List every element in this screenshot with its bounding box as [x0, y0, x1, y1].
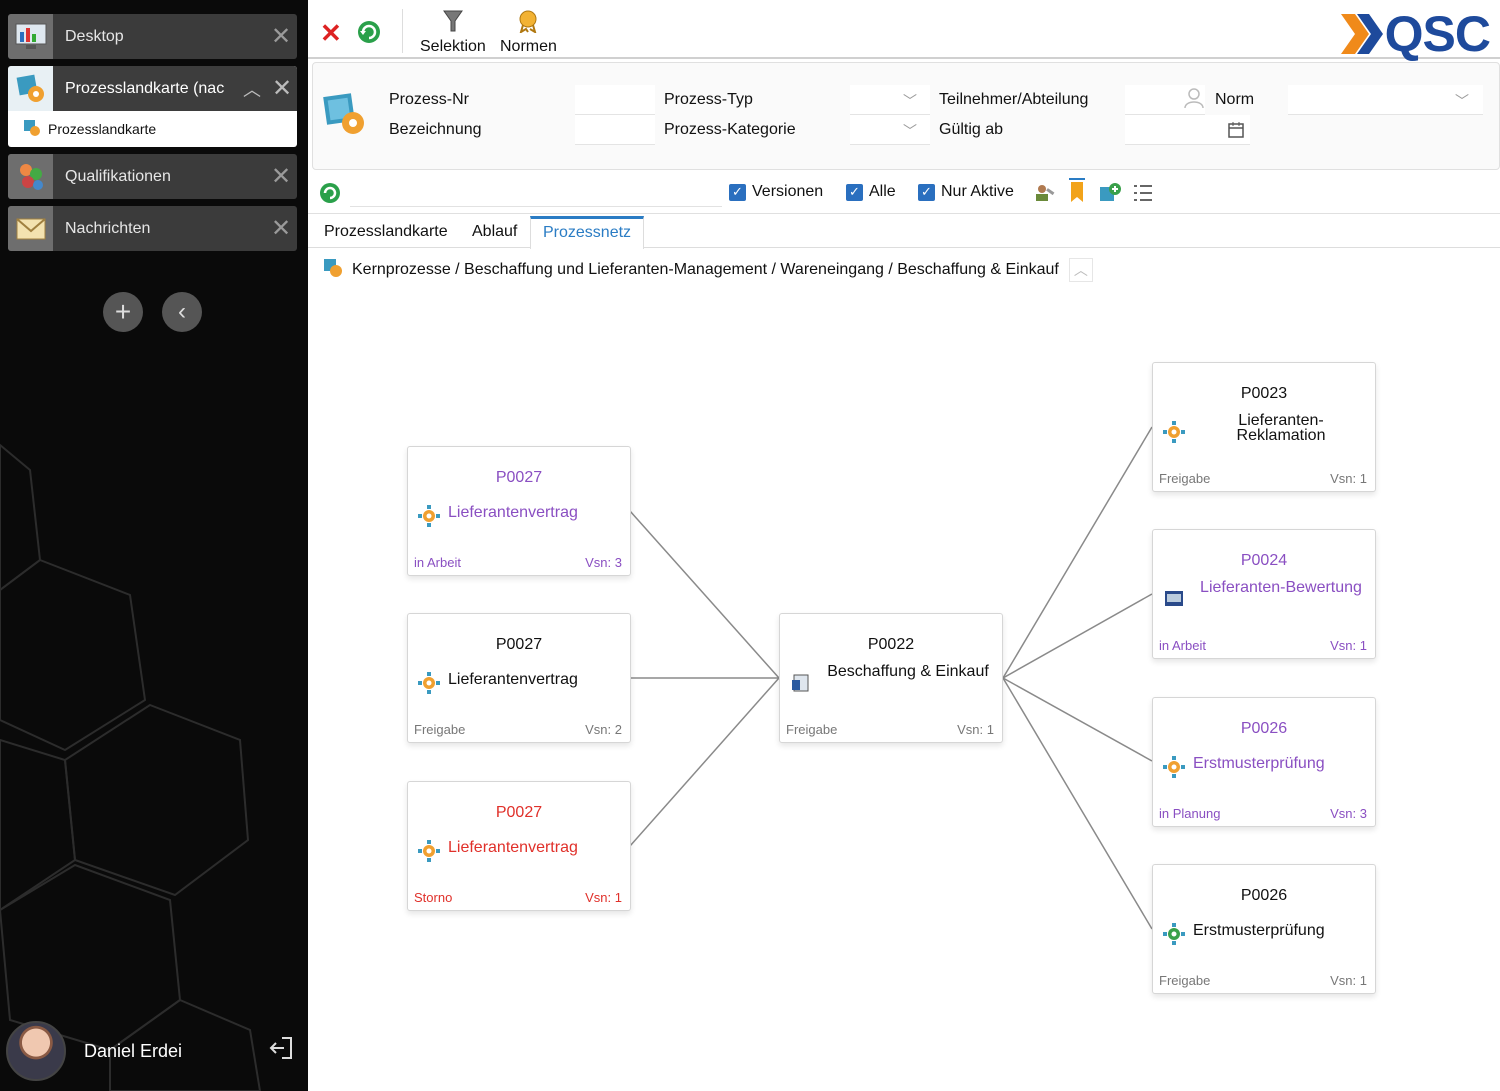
sidebar-tab-nachrichten[interactable]: Nachrichten ✕ — [8, 206, 297, 251]
sidebar-tab-qualifikationen[interactable]: Qualifikationen ✕ — [8, 154, 297, 199]
process-node-p0027-freigabe[interactable]: P0027 Lieferantenvertrag Freigabe Vsn: 2 — [407, 613, 631, 743]
main-area: ✕ Selektion Normen QSC Prozess-Nr Bezeic… — [308, 0, 1500, 1091]
gear-network-icon — [418, 505, 440, 527]
node-status: in Arbeit — [414, 555, 461, 570]
node-version: Vsn: 2 — [585, 722, 622, 737]
node-version: Vsn: 1 — [1330, 471, 1367, 486]
node-title: Lieferanten-Bewertung — [1200, 579, 1362, 596]
node-number: P0026 — [1240, 887, 1288, 904]
sidebar-tab-label: Qualifikationen — [65, 167, 171, 185]
desktop-chart-icon — [8, 14, 53, 59]
node-number: P0023 — [1240, 385, 1288, 402]
node-status: Freigabe — [1159, 471, 1211, 486]
sidebar-tab-label: Desktop — [65, 27, 124, 45]
process-node-p0026-in-planung[interactable]: P0026 Erstmusterprüfung in Planung Vsn: … — [1152, 697, 1376, 827]
node-status: Freigabe — [414, 722, 466, 737]
gear-network-icon — [1163, 923, 1185, 945]
node-title: Erstmusterprüfung — [1193, 922, 1325, 939]
user-panel: Daniel Erdei — [0, 1011, 308, 1091]
node-number: P0027 — [495, 804, 543, 821]
node-status: Storno — [414, 890, 453, 905]
gear-network-icon — [1163, 756, 1185, 778]
process-node-p0027-in-arbeit[interactable]: P0027 Lieferantenvertrag in Arbeit Vsn: … — [407, 446, 631, 576]
process-node-p0024[interactable]: P0024 Lieferanten-Bewertung in Arbeit Vs… — [1152, 529, 1376, 659]
sidebar-tab-desktop[interactable]: Desktop ✕ — [8, 14, 297, 59]
sidebar: Desktop ✕ Prozesslandkarte (nac ︿ ✕ Proz… — [0, 0, 308, 1091]
node-number: P0024 — [1240, 552, 1288, 569]
process-node-p0022-center[interactable]: P0022 Beschaffung & Einkauf Freigabe Vsn… — [779, 613, 1003, 743]
user-name: Daniel Erdei — [84, 1040, 183, 1061]
monitor-icon — [1163, 588, 1185, 610]
node-version: Vsn: 3 — [585, 555, 622, 570]
node-version: Vsn: 1 — [585, 890, 622, 905]
node-version: Vsn: 1 — [1330, 973, 1367, 988]
process-node-p0027-storno[interactable]: P0027 Lieferantenvertrag Storno Vsn: 1 — [407, 781, 631, 911]
node-version: Vsn: 3 — [1330, 806, 1367, 821]
close-icon[interactable]: ✕ — [265, 216, 297, 241]
collapse-sidebar-button[interactable]: ‹ — [162, 292, 202, 332]
node-title: Lieferanten-Reklamation — [1236, 412, 1326, 444]
logout-icon[interactable] — [268, 1035, 308, 1067]
sidebar-tab-prozesslandkarte[interactable]: Prozesslandkarte (nac ︿ ✕ Prozesslandkar… — [8, 66, 297, 147]
document-gear-icon — [790, 672, 812, 694]
node-title: Lieferantenvertrag — [448, 504, 578, 521]
node-status: in Arbeit — [1159, 638, 1206, 653]
process-node-p0026-freigabe[interactable]: P0026 Erstmusterprüfung Freigabe Vsn: 1 — [1152, 864, 1376, 994]
close-icon[interactable]: ✕ — [265, 164, 297, 189]
process-map-icon — [22, 118, 42, 141]
close-icon[interactable]: ✕ — [265, 24, 297, 49]
add-tab-button[interactable]: + — [103, 292, 143, 332]
node-number: P0022 — [867, 636, 915, 653]
node-number: P0027 — [495, 636, 543, 653]
mail-icon — [8, 206, 53, 251]
gear-network-icon — [418, 840, 440, 862]
node-status: Freigabe — [1159, 973, 1211, 988]
close-icon[interactable]: ✕ — [267, 74, 297, 103]
avatar[interactable] — [6, 1021, 66, 1081]
node-status: in Planung — [1159, 806, 1221, 821]
sidebar-tab-label: Prozesslandkarte (nac — [65, 79, 225, 97]
sidebar-tab-label: Nachrichten — [65, 219, 151, 237]
node-number: P0027 — [495, 469, 543, 486]
node-version: Vsn: 1 — [1330, 638, 1367, 653]
node-title: Lieferantenvertrag — [448, 671, 578, 688]
node-title: Erstmusterprüfung — [1193, 755, 1325, 772]
node-number: P0026 — [1240, 720, 1288, 737]
node-title: Lieferantenvertrag — [448, 839, 578, 856]
process-map-icon — [8, 66, 53, 111]
chevron-up-icon[interactable]: ︿ — [243, 76, 267, 102]
node-version: Vsn: 1 — [957, 722, 994, 737]
node-status: Freigabe — [786, 722, 838, 737]
sidebar-subitem-label: Prozesslandkarte — [48, 121, 157, 137]
sidebar-subitem-prozesslandkarte[interactable]: Prozesslandkarte — [8, 111, 297, 147]
gear-network-icon — [1163, 421, 1185, 443]
process-node-p0023[interactable]: P0023 Lieferanten-Reklamation Freigabe V… — [1152, 362, 1376, 492]
node-title: Beschaffung & Einkauf — [827, 663, 989, 680]
qualifications-icon — [8, 154, 53, 199]
gear-network-icon — [418, 672, 440, 694]
